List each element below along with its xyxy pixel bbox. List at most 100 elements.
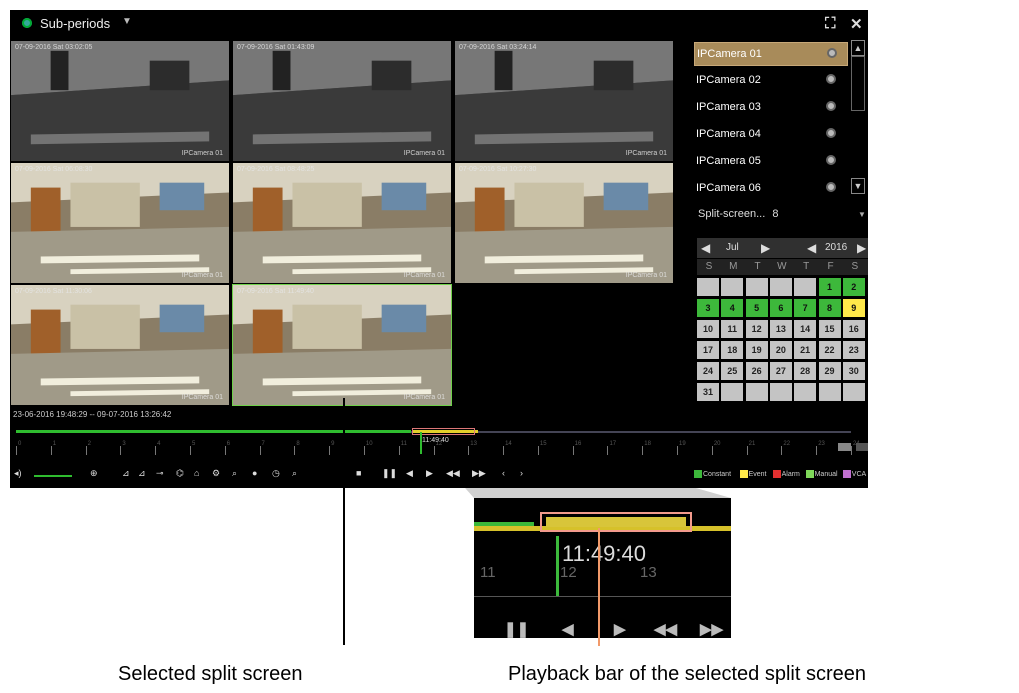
next-month-icon[interactable]: ▶ [761, 241, 770, 255]
camera-status-icon[interactable] [827, 48, 837, 58]
calendar-day[interactable]: 8 [818, 299, 841, 317]
calendar-day[interactable]: 6 [769, 299, 792, 317]
calendar-day[interactable]: 22 [818, 341, 841, 359]
next-file-icon[interactable]: › [520, 468, 523, 478]
calendar-day[interactable]: 26 [745, 362, 768, 380]
calendar-day[interactable]: 24 [697, 362, 719, 380]
camera-list-item[interactable]: IPCamera 01 [694, 42, 848, 66]
mode-dropdown[interactable]: Sub-periods [40, 16, 110, 31]
calendar-day[interactable]: 4 [721, 299, 744, 317]
monitor-icon[interactable] [838, 443, 851, 451]
chevron-down-icon[interactable]: ▼ [858, 210, 866, 219]
camera-tile[interactable]: 07-09-2016 Sat 11:49:40 IPCamera 01 [232, 284, 452, 406]
calendar-day[interactable]: 2 [842, 278, 865, 296]
calendar-day[interactable]: 10 [697, 320, 719, 338]
camera-tile[interactable]: 07-09-2016 Sat 06:08:30 IPCamera 01 [10, 162, 230, 284]
calendar-day[interactable]: 31 [697, 383, 719, 401]
camera-status-icon[interactable] [826, 155, 836, 165]
calendar-day[interactable]: 25 [721, 362, 744, 380]
split-screen-select[interactable]: Split-screen... 8 [698, 208, 778, 220]
calendar-day[interactable]: 12 [745, 320, 768, 338]
volume-plus-icon[interactable]: ⊕ [90, 468, 98, 479]
clip-end-icon[interactable]: ⊿ [138, 468, 146, 479]
zoom-search-icon[interactable]: ⌕ [292, 468, 297, 479]
camera-status-icon[interactable] [826, 182, 836, 192]
tile-timestamp: 07-09-2016 Sat 06:08:30 [15, 166, 93, 173]
camera-tile[interactable]: 07-09-2016 Sat 03:02:05 IPCamera 01 [10, 40, 230, 162]
calendar-day[interactable]: 15 [818, 320, 841, 338]
calendar-day[interactable]: 23 [842, 341, 865, 359]
calendar-day[interactable]: 28 [794, 362, 817, 380]
calendar-day[interactable]: 14 [794, 320, 817, 338]
slow-icon[interactable]: ◀◀ [446, 468, 460, 479]
calendar-day[interactable]: 1 [818, 278, 841, 296]
close-icon[interactable]: ✕ [850, 15, 863, 33]
calendar-day[interactable] [769, 383, 792, 401]
pause-icon[interactable]: ❚❚ [382, 468, 397, 479]
prev-month-icon[interactable]: ◀ [701, 241, 710, 255]
next-year-icon[interactable]: ▶ [857, 241, 866, 255]
camera-status-icon[interactable] [826, 128, 836, 138]
chevron-down-icon[interactable]: ▼ [122, 16, 132, 27]
volume-slider[interactable] [34, 475, 72, 477]
clock-icon[interactable]: ◷ [272, 468, 280, 479]
prev-year-icon[interactable]: ◀ [807, 241, 816, 255]
calendar-day[interactable]: 11 [721, 320, 744, 338]
calendar-day[interactable]: 30 [842, 362, 865, 380]
scrollbar-handle[interactable] [851, 56, 865, 111]
calendar-day[interactable] [794, 278, 817, 296]
camera-list-item[interactable]: IPCamera 02 [694, 69, 848, 93]
clip-start-icon[interactable]: ⊿ [122, 468, 130, 479]
camera-status-icon[interactable] [826, 74, 836, 84]
calendar-day[interactable]: 21 [794, 341, 817, 359]
speaker-icon[interactable]: ◂) [14, 468, 22, 479]
prev-file-icon[interactable]: ‹ [502, 468, 505, 478]
fullscreen-icon[interactable]: ⛶ [825, 15, 836, 32]
camera-tile[interactable]: 07-09-2016 Sat 03:24:14 IPCamera 01 [454, 40, 674, 162]
calendar-day[interactable] [794, 383, 817, 401]
monitor-alt-icon[interactable] [856, 443, 868, 451]
digital-zoom-icon[interactable]: ⌕ [232, 468, 237, 479]
calendar-day[interactable] [818, 383, 841, 401]
reverse-play-icon[interactable]: ◀ [406, 468, 413, 479]
calendar-day[interactable]: 9 [842, 299, 865, 317]
calendar-day[interactable] [745, 278, 768, 296]
calendar-day[interactable]: 19 [745, 341, 768, 359]
lock-icon[interactable]: ⌬ [176, 468, 184, 479]
snapshot-icon[interactable]: ● [252, 468, 257, 478]
camera-list-item[interactable]: IPCamera 03 [694, 96, 848, 120]
calendar-day[interactable]: 20 [769, 341, 792, 359]
calendar-day[interactable] [842, 383, 865, 401]
custom-tag-icon[interactable]: ⌂ [194, 468, 199, 478]
calendar-day[interactable]: 13 [769, 320, 792, 338]
calendar-day[interactable]: 18 [721, 341, 744, 359]
calendar-day[interactable]: 17 [697, 341, 719, 359]
play-icon[interactable]: ▶ [426, 468, 433, 479]
camera-list-item[interactable]: IPCamera 06 [694, 177, 848, 201]
tag-icon[interactable]: ⊸ [156, 468, 164, 479]
calendar-day[interactable]: 16 [842, 320, 865, 338]
camera-tile[interactable]: 07-09-2016 Sat 08:48:25 IPCamera 01 [232, 162, 452, 284]
camera-list-item[interactable]: IPCamera 05 [694, 150, 848, 174]
playback-timeline[interactable]: 11:49:40 0 1 2 3 4 5 6 7 8 9 10 11 12 13 14 15 16 17 18 19 2… [10, 420, 868, 460]
calendar-day[interactable] [697, 278, 719, 296]
scroll-down-button[interactable]: ▼ [851, 178, 865, 194]
calendar-day[interactable]: 7 [794, 299, 817, 317]
camera-status-icon[interactable] [826, 101, 836, 111]
calendar-day[interactable]: 5 [745, 299, 768, 317]
calendar-day[interactable] [721, 278, 744, 296]
camera-tile[interactable]: 07-09-2016 Sat 01:43:09 IPCamera 01 [232, 40, 452, 162]
scroll-up-button[interactable]: ▲ [851, 40, 865, 56]
calendar-day[interactable] [745, 383, 768, 401]
calendar-day[interactable] [721, 383, 744, 401]
calendar-day[interactable]: 3 [697, 299, 719, 317]
calendar-day[interactable]: 29 [818, 362, 841, 380]
camera-list-item[interactable]: IPCamera 04 [694, 123, 848, 147]
settings-icon[interactable]: ⚙ [212, 468, 220, 479]
calendar-day[interactable]: 27 [769, 362, 792, 380]
calendar-day[interactable] [769, 278, 792, 296]
camera-tile[interactable]: 07-09-2016 Sat 11:30:06 IPCamera 01 [10, 284, 230, 406]
stop-icon[interactable]: ■ [356, 468, 361, 478]
camera-tile[interactable]: 07-09-2016 Sat 10:27:30 IPCamera 01 [454, 162, 674, 284]
fast-forward-icon[interactable]: ▶▶ [472, 468, 486, 479]
